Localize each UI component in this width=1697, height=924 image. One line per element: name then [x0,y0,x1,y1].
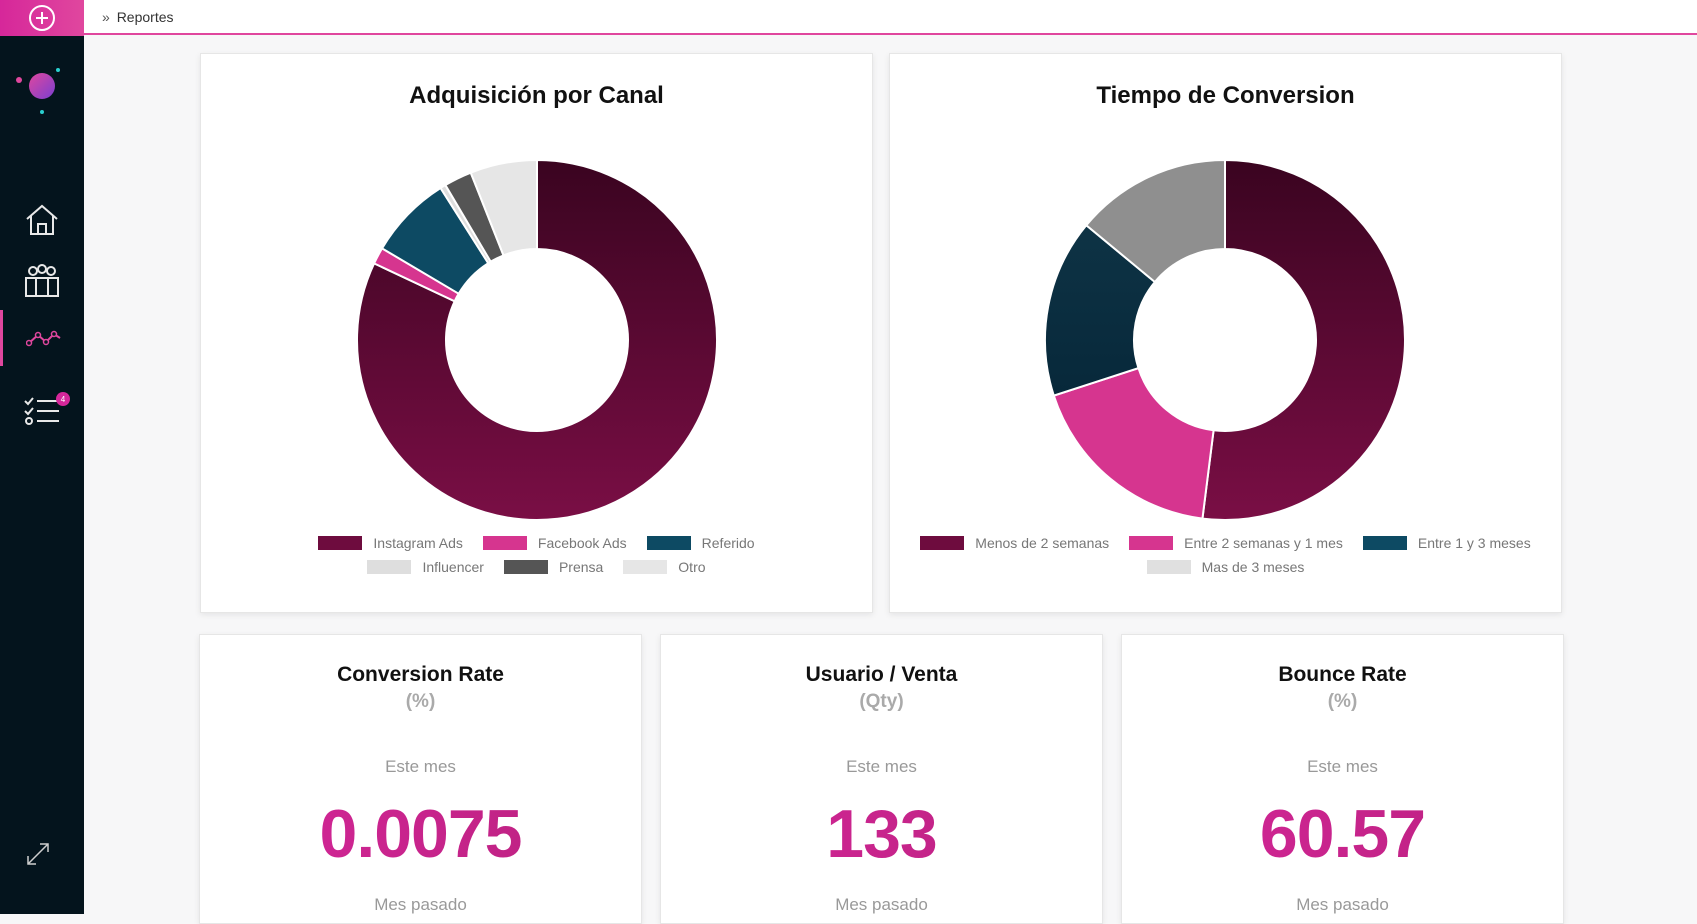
stat-card-conversion-rate: Conversion Rate (%) Este mes 0.0075 Mes … [199,634,642,924]
stat-this-month-label: Este mes [846,757,917,776]
legend-swatch [318,536,363,550]
chart-card-conversion-time: Tiempo de Conversion Menos de 2 semanas E… [889,53,1562,613]
top-bar: » Reportes [84,0,1697,35]
legend-label: Otro [678,559,706,575]
legend-item-entre-2-semanas-y-1-mes[interactable]: Entre 2 semanas y 1 mes [1129,531,1343,555]
legend-swatch [482,536,527,550]
legend-item-entre-1-y-3-meses[interactable]: Entre 1 y 3 meses [1362,531,1531,555]
stat-last-month-label: Mes pasado [374,895,467,914]
legend-swatch [1362,536,1407,550]
line-chart-icon [25,330,61,347]
breadcrumb-item-reportes[interactable]: Reportes [117,9,174,25]
legend-swatch [646,536,691,550]
stat-value: 60.57 [1122,795,1563,873]
chart-legend: Instagram Ads Facebook Ads Referido Influen… [201,531,872,579]
legend-label: Instagram Ads [373,535,463,551]
slice-menos-de-2-semanas[interactable] [1201,158,1406,521]
stat-last-month-label: Mes pasado [835,895,928,914]
legend-swatch [1146,560,1191,574]
stat-title: Usuario / Venta [805,663,958,686]
legend-label: Entre 1 y 3 meses [1417,535,1531,551]
breadcrumb-separator: » [102,9,110,25]
donut-chart-conversion-time [1044,158,1406,521]
slice-entre-2-semanas-y-1-mes[interactable] [1052,366,1215,520]
legend-swatch [367,560,412,574]
stat-last-month-label: Mes pasado [1296,895,1389,914]
plus-circle-icon [29,5,55,31]
legend-item-menos-de-2-semanas[interactable]: Menos de 2 semanas [920,531,1109,555]
stat-card-bounce-rate: Bounce Rate (%) Este mes 60.57 Mes pasad… [1121,634,1564,924]
legend-item-instagram-ads[interactable]: Instagram Ads [318,531,463,555]
expand-icon[interactable] [22,838,54,870]
chart-legend: Menos de 2 semanas Entre 2 semanas y 1 me… [890,531,1561,579]
legend-swatch [623,560,668,574]
legend-label: Prensa [558,559,604,575]
sidebar-item-reports[interactable] [0,310,84,366]
stat-card-usuario-venta: Usuario / Venta (Qty) Este mes 133 Mes p… [660,634,1103,924]
breadcrumb: » Reportes [102,9,174,25]
legend-label: Mas de 3 meses [1201,559,1305,575]
legend-item-prensa[interactable]: Prensa [503,555,604,579]
legend-swatch [920,536,965,550]
chart-title: Tiempo de Conversion [1096,82,1355,109]
add-button[interactable] [0,0,84,36]
legend-item-influencer[interactable]: Influencer [367,555,484,579]
stat-this-month-label: Este mes [1307,757,1378,776]
stat-unit: (Qty) [859,691,904,712]
legend-item-mas-de-3-meses[interactable]: Mas de 3 meses [1146,555,1305,579]
legend-swatch [1129,536,1174,550]
stat-unit: (%) [405,691,436,712]
legend-swatch [503,560,548,574]
legend-item-referido[interactable]: Referido [646,531,755,555]
chart-title: Adquisición por Canal [409,82,664,109]
users-group-icon [25,264,59,297]
sidebar-item-tasks[interactable]: 4 [0,384,84,440]
legend-label: Referido [701,535,755,551]
legend-item-otro[interactable]: Otro [623,555,706,579]
legend-label: Entre 2 semanas y 1 mes [1184,535,1343,551]
legend-label: Influencer [422,559,484,575]
legend-label: Menos de 2 semanas [975,535,1110,551]
home-icon [26,204,58,235]
legend-item-facebook-ads[interactable]: Facebook Ads [482,531,627,555]
stat-title: Bounce Rate [1278,663,1407,686]
app-logo [16,68,60,114]
legend-label: Facebook Ads [537,535,627,551]
sidebar-item-users[interactable] [0,252,84,308]
chart-card-channel: Adquisición por Canal Instagram Ads Faceb… [200,53,873,613]
stat-this-month-label: Este mes [385,757,456,776]
stat-value: 133 [661,795,1102,873]
stat-value: 0.0075 [200,795,641,873]
tasks-badge: 4 [56,392,70,406]
stat-unit: (%) [1327,691,1358,712]
donut-chart-channel [356,158,718,521]
sidebar-item-home[interactable] [0,192,84,248]
sidebar: 4 [0,0,84,914]
stat-title: Conversion Rate [337,663,504,686]
